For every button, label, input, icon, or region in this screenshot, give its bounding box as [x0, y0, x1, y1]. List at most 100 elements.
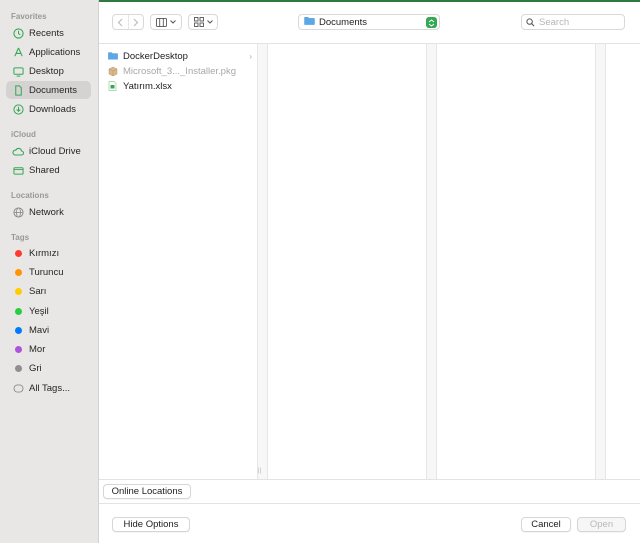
file-row-yatirim-xlsx[interactable]: Yatırım.xlsx	[108, 79, 256, 93]
grid-icon	[193, 17, 204, 27]
sidebar-tag-kirmizi[interactable]: Kırmızı	[6, 244, 91, 262]
file-row-microsoft-installer[interactable]: Microsoft_3..._Installer.pkg	[108, 64, 256, 78]
columns-view-icon	[156, 17, 167, 27]
chevron-down-icon	[206, 20, 213, 24]
cloud-icon	[12, 145, 24, 157]
sidebar-item-label: Downloads	[29, 103, 76, 115]
blue-tag-dot-icon	[14, 326, 22, 334]
download-icon	[12, 103, 24, 115]
sidebar-item-label: Applications	[29, 46, 81, 58]
hide-options-button[interactable]: Hide Options	[112, 517, 190, 532]
navigation-buttons	[112, 14, 144, 30]
sidebar-item-label: Gri	[29, 362, 42, 374]
package-icon	[108, 66, 118, 76]
clock-icon	[12, 27, 24, 39]
sidebar-tag-yesil[interactable]: Yeşil	[6, 302, 91, 320]
yellow-tag-dot-icon	[14, 287, 22, 295]
sidebar-item-label: Mor	[29, 343, 46, 355]
sidebar-item-label: Turuncu	[29, 266, 64, 278]
location-popup-label: Documents	[319, 16, 368, 28]
column-separator	[595, 44, 596, 479]
online-locations-button[interactable]: Online Locations	[103, 484, 191, 499]
chevron-down-icon	[170, 20, 176, 24]
sidebar-item-label: Documents	[29, 84, 78, 96]
orange-tag-dot-icon	[14, 268, 22, 276]
applications-icon	[12, 46, 24, 58]
location-popup[interactable]: Documents	[298, 14, 440, 30]
sidebar-item-label: Recents	[29, 27, 64, 39]
sidebar-item-icloud-drive[interactable]: iCloud Drive	[6, 142, 91, 160]
column-divider[interactable]	[596, 44, 605, 479]
icloud-header: iCloud	[11, 130, 36, 139]
sidebar-item-shared[interactable]: Shared	[6, 161, 91, 179]
sidebar-all-tags[interactable]: All Tags...	[6, 379, 91, 397]
view-columns-button[interactable]	[150, 14, 182, 30]
column-separator	[426, 44, 427, 479]
sidebar-tag-mor[interactable]: Mor	[6, 340, 91, 358]
chevron-left-icon	[117, 18, 123, 26]
window-top-accent	[99, 0, 640, 2]
folder-icon	[108, 51, 118, 61]
column-divider[interactable]	[427, 44, 436, 479]
group-by-button[interactable]	[188, 14, 218, 30]
sidebar-item-label: Network	[29, 206, 64, 218]
sidebar-item-label: Yeşil	[29, 305, 49, 317]
sidebar-item-applications[interactable]: Applications	[6, 43, 91, 61]
sidebar-item-label: All Tags...	[29, 382, 71, 394]
sidebar: Favorites Recents Applications Desktop D…	[0, 0, 99, 543]
file-row-dockerdesktop[interactable]: DockerDesktop ›	[108, 49, 256, 63]
column-separator	[257, 44, 258, 479]
sidebar-item-documents[interactable]: Documents	[6, 81, 91, 99]
locations-header: Locations	[11, 191, 49, 200]
sidebar-tag-sari[interactable]: Sarı	[6, 282, 91, 300]
sidebar-item-label: Desktop	[29, 65, 64, 77]
sidebar-tag-turuncu[interactable]: Turuncu	[6, 263, 91, 281]
green-tag-dot-icon	[14, 307, 22, 315]
column-separator	[605, 44, 606, 479]
sidebar-item-network[interactable]: Network	[6, 203, 91, 221]
sidebar-item-downloads[interactable]: Downloads	[6, 100, 91, 118]
sidebar-tag-gri[interactable]: Gri	[6, 359, 91, 377]
column-separator	[436, 44, 437, 479]
spreadsheet-icon	[108, 81, 118, 91]
folder-icon	[304, 16, 315, 28]
search-field[interactable]	[521, 14, 625, 30]
dialog-footer: Online Locations Hide Options Cancel Ope…	[99, 479, 640, 543]
column-browser: DockerDesktop › Microsoft_3..._Installer…	[99, 44, 640, 479]
file-name: Microsoft_3..._Installer.pkg	[123, 65, 236, 77]
open-file-dialog: Favorites Recents Applications Desktop D…	[0, 0, 640, 543]
chevron-right-icon: ›	[249, 51, 252, 61]
column-resize-handle-icon[interactable]: ||	[258, 468, 261, 474]
globe-icon	[12, 206, 24, 218]
purple-tag-dot-icon	[14, 345, 22, 353]
file-name: Yatırım.xlsx	[123, 80, 172, 92]
sidebar-item-label: Shared	[29, 164, 60, 176]
footer-divider	[99, 503, 640, 504]
favorites-header: Favorites	[11, 12, 47, 21]
sidebar-item-label: Mavi	[29, 324, 50, 336]
tags-header: Tags	[11, 233, 30, 242]
tag-icon	[12, 382, 24, 394]
sidebar-item-label: iCloud Drive	[29, 145, 81, 157]
sidebar-item-desktop[interactable]: Desktop	[6, 62, 91, 80]
cancel-button[interactable]: Cancel	[521, 517, 571, 532]
sidebar-tag-mavi[interactable]: Mavi	[6, 321, 91, 339]
forward-button[interactable]	[127, 15, 144, 29]
desktop-icon	[12, 65, 24, 77]
popup-stepper-icon	[426, 17, 437, 28]
sidebar-item-label: Kırmızı	[29, 247, 60, 259]
chevron-right-icon	[133, 18, 139, 26]
column-divider[interactable]	[258, 44, 267, 479]
red-tag-dot-icon	[14, 249, 22, 257]
back-button[interactable]	[113, 15, 128, 29]
sidebar-item-recents[interactable]: Recents	[6, 24, 91, 42]
search-input[interactable]	[539, 16, 619, 28]
shared-folder-icon	[12, 164, 24, 176]
search-icon	[526, 17, 535, 26]
document-icon	[12, 84, 24, 96]
column-separator	[267, 44, 268, 479]
toolbar: Documents	[99, 0, 640, 44]
file-name: DockerDesktop	[123, 50, 188, 62]
open-button[interactable]: Open	[577, 517, 626, 532]
gray-tag-dot-icon	[14, 364, 22, 372]
